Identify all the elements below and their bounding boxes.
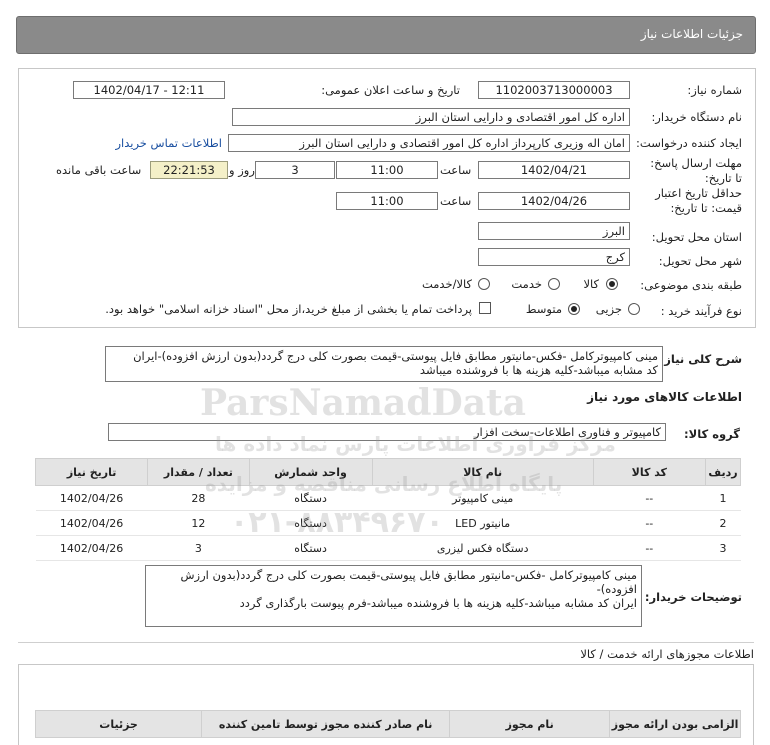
cell-name: دستگاه فکس لیزری bbox=[372, 535, 594, 561]
items-table-header: ردیف کد کالا نام کالا واحد شمارش تعداد /… bbox=[34, 458, 742, 486]
remaining-time-field: 22:21:53 bbox=[150, 161, 228, 179]
cell-unit: دستگاه bbox=[249, 485, 373, 511]
buyer-org-label: نام دستگاه خریدار: bbox=[651, 110, 742, 124]
cell-row: 3 bbox=[705, 535, 741, 561]
cell-date: 1402/04/26 bbox=[35, 510, 148, 536]
province-field[interactable]: البرز bbox=[478, 222, 630, 240]
category-option-both: کالا/خدمت bbox=[421, 277, 472, 291]
permits-table: الزامی بودن ارائه مجوز نام مجوز نام صادر… bbox=[34, 710, 741, 738]
col-unit: واحد شمارش bbox=[248, 458, 373, 486]
permit-col-details: جزئیات bbox=[34, 710, 203, 738]
province-label: استان محل تحویل: bbox=[651, 230, 742, 244]
permits-title: اطلاعات مجوزهای ارائه خدمت / کالا bbox=[580, 647, 754, 661]
category-radio-service[interactable] bbox=[548, 278, 560, 290]
remaining-label: ساعت باقی مانده bbox=[56, 163, 142, 177]
validity-label: حداقل تاریخ اعتبار قیمت: تا تاریخ: bbox=[655, 186, 742, 215]
announce-label: تاریخ و ساعت اعلان عمومی: bbox=[321, 83, 460, 97]
cell-date: 1402/04/26 bbox=[35, 485, 148, 511]
treasury-note: پرداخت تمام یا بخشی از مبلغ خرید،از محل … bbox=[105, 302, 472, 316]
page-titlebar: جزئیات اطلاعات نیاز bbox=[16, 16, 756, 54]
table-row[interactable]: 1 -- مینی کامپیوتر دستگاه 28 1402/04/26 bbox=[35, 485, 741, 511]
city-field[interactable]: کرج bbox=[478, 248, 630, 266]
col-name: نام کالا bbox=[371, 458, 594, 486]
process-radio-minor[interactable] bbox=[628, 303, 640, 315]
general-desc-line-2: کد مشابه میباشد-کلیه هزینه ها با فروشنده… bbox=[419, 363, 658, 377]
cell-unit: دستگاه bbox=[249, 535, 373, 561]
category-option-goods: کالا bbox=[583, 277, 599, 291]
cell-row: 2 bbox=[705, 510, 741, 536]
general-desc-line-1: مینی کامپیوترکامل -فکس-مانیتور مطابق فای… bbox=[133, 349, 658, 363]
col-qty: تعداد / مقدار bbox=[147, 458, 250, 486]
category-option-service: خدمت bbox=[511, 277, 542, 291]
goods-section-title: اطلاعات کالاهای مورد نیاز bbox=[587, 390, 742, 404]
items-table: ردیف کد کالا نام کالا واحد شمارش تعداد /… bbox=[34, 458, 742, 561]
buyer-notes-line-2: ایران کد مشابه میباشد-کلیه هزینه ها با ف… bbox=[239, 596, 637, 610]
process-radio-medium[interactable] bbox=[568, 303, 580, 315]
days-field[interactable]: 3 bbox=[255, 161, 335, 179]
requester-field[interactable]: امان اله وزیری کارپرداز اداره کل امور اق… bbox=[228, 134, 630, 152]
deadline-time-field[interactable]: 11:00 bbox=[336, 161, 438, 179]
permit-col-name: نام مجوز bbox=[449, 710, 611, 738]
days-label: روز و bbox=[229, 163, 255, 177]
col-date: تاریخ نیاز bbox=[34, 458, 149, 486]
cell-code: -- bbox=[593, 535, 706, 561]
process-label: نوع فرآیند خرید : bbox=[660, 304, 742, 318]
cell-qty: 28 bbox=[147, 485, 250, 511]
category-radio-both[interactable] bbox=[478, 278, 490, 290]
page-title: جزئیات اطلاعات نیاز bbox=[640, 27, 743, 41]
need-number-label: شماره نیاز: bbox=[687, 83, 742, 97]
cell-code: -- bbox=[593, 510, 706, 536]
need-number-field[interactable]: 1102003713000003 bbox=[478, 81, 630, 99]
validity-date-field[interactable]: 1402/04/26 bbox=[478, 192, 630, 210]
section-divider bbox=[18, 642, 754, 643]
cell-code: -- bbox=[593, 485, 706, 511]
city-label: شهر محل تحویل: bbox=[658, 254, 742, 268]
buyer-org-field[interactable]: اداره کل امور اقتصادی و دارایی استان الب… bbox=[232, 108, 630, 126]
col-row: ردیف bbox=[704, 458, 742, 486]
goods-group-label: گروه کالا: bbox=[684, 427, 740, 441]
buyer-notes-box: مینی کامپیوترکامل -فکس-مانیتور مطابق فای… bbox=[145, 565, 642, 627]
cell-unit: دستگاه bbox=[249, 510, 373, 536]
deadline-label: مهلت ارسال پاسخ: تا تاریخ: bbox=[650, 156, 742, 185]
treasury-checkbox[interactable] bbox=[479, 302, 491, 314]
cell-name: مینی کامپیوتر bbox=[372, 485, 594, 511]
category-radio-goods[interactable] bbox=[606, 278, 618, 290]
buyer-contact-link[interactable]: اطلاعات تماس خریدار bbox=[115, 136, 222, 150]
buyer-notes-line-1: مینی کامپیوترکامل -فکس-مانیتور مطابق فای… bbox=[180, 568, 637, 596]
goods-group-field[interactable]: کامپیوتر و فناوری اطلاعات-سخت افزار bbox=[108, 423, 666, 441]
watermark-brand: ParsNamadData bbox=[200, 382, 526, 424]
category-label: طبقه بندی موضوعی: bbox=[640, 278, 742, 292]
permits-table-header: الزامی بودن ارائه مجوز نام مجوز نام صادر… bbox=[34, 710, 741, 738]
validity-time-field[interactable]: 11:00 bbox=[336, 192, 438, 210]
process-option-minor: جزیی bbox=[595, 302, 622, 316]
cell-name: مانیتور LED bbox=[372, 510, 594, 536]
table-row[interactable]: 2 -- مانیتور LED دستگاه 12 1402/04/26 bbox=[35, 510, 741, 536]
cell-qty: 12 bbox=[147, 510, 250, 536]
buyer-notes-label: توضیحات خریدار: bbox=[644, 590, 742, 604]
cell-date: 1402/04/26 bbox=[35, 535, 148, 561]
col-code: کد کالا bbox=[592, 458, 706, 486]
announce-field[interactable]: 1402/04/17 - 12:11 bbox=[73, 81, 225, 99]
general-desc-box: مینی کامپیوترکامل -فکس-مانیتور مطابق فای… bbox=[105, 346, 663, 382]
permit-col-required: الزامی بودن ارائه مجوز bbox=[609, 710, 741, 738]
deadline-time-label: ساعت bbox=[440, 163, 472, 177]
cell-row: 1 bbox=[705, 485, 741, 511]
cell-qty: 3 bbox=[147, 535, 250, 561]
deadline-date-field[interactable]: 1402/04/21 bbox=[478, 161, 630, 179]
permit-col-issuer: نام صادر کننده مجوز توسط تامین کننده bbox=[201, 710, 451, 738]
process-option-medium: متوسط bbox=[525, 302, 562, 316]
requester-label: ایجاد کننده درخواست: bbox=[636, 136, 742, 150]
table-row[interactable]: 3 -- دستگاه فکس لیزری دستگاه 3 1402/04/2… bbox=[35, 535, 741, 561]
validity-time-label: ساعت bbox=[440, 194, 472, 208]
general-desc-label: شرح کلی نیاز: bbox=[659, 352, 742, 366]
